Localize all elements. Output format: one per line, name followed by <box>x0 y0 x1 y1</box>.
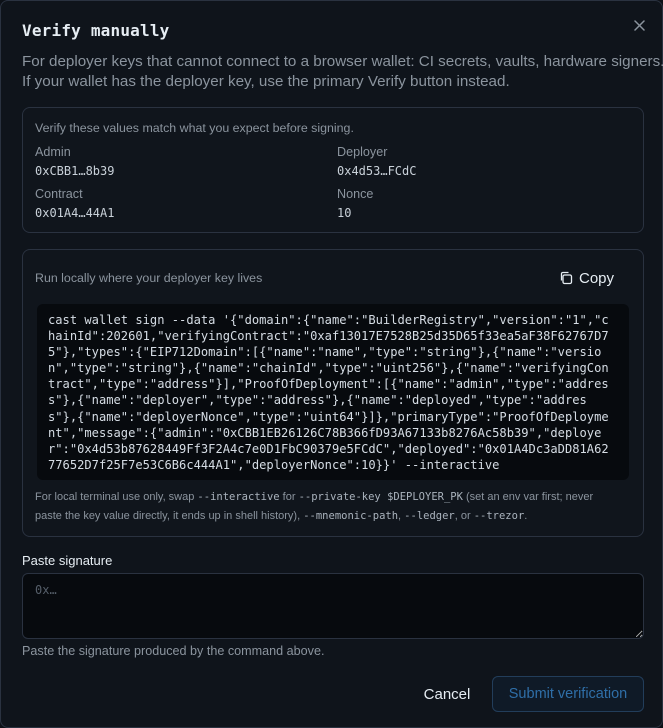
copy-label: Copy <box>579 269 615 287</box>
flag-ledger: --ledger <box>404 509 455 522</box>
deployer-value: 0x4d53…FCdC <box>337 164 417 178</box>
footnote-line: For local terminal use only, swap --inte… <box>35 488 635 507</box>
footnote-text: . <box>524 509 528 522</box>
code-line: cast wallet sign --data '{"domain":{"nam… <box>48 313 609 327</box>
code-line: r":"0x4d53b87628449Ff3F2A4c7e0D1FbC90379… <box>48 441 609 456</box>
cancel-button[interactable]: Cancel <box>417 681 477 707</box>
footnote-text: for <box>279 491 299 503</box>
contract-label: Contract <box>35 187 83 201</box>
command-code-block[interactable]: cast wallet sign --data '{"domain":{"nam… <box>37 304 629 480</box>
flag-trezor: --trezor <box>473 509 525 522</box>
flag-interactive: --interactive <box>197 491 280 503</box>
footnote-text: , or <box>454 509 474 522</box>
footnote-text: For local terminal use only, swap <box>35 491 198 503</box>
signature-input[interactable] <box>22 573 644 639</box>
command-note: Run locally where your deployer key live… <box>35 271 263 285</box>
nonce-label: Nonce <box>337 187 374 201</box>
verify-manually-dialog: Verify manually For deployer keys that c… <box>0 0 663 728</box>
signature-label: Paste signature <box>22 553 113 568</box>
signature-hint: Paste the signature produced by the comm… <box>22 644 325 658</box>
flag-mnemonic-path: --mnemonic-path <box>303 509 399 522</box>
code-line: nt","message":{"admin":"0xCBB1EB26126C78… <box>48 425 602 440</box>
flag-private-key: --private-key $DEPLOYER_PK <box>298 491 463 503</box>
dialog-title: Verify manually <box>22 21 170 40</box>
admin-value: 0xCBB1…8b39 <box>35 164 115 178</box>
copy-icon <box>560 271 573 285</box>
description-line: If your wallet has the deployer key, use… <box>22 73 510 90</box>
code-line: 77652D7f25F7e53C6B6c444A1","deployerNonc… <box>48 457 500 472</box>
code-line: s"},{"name":"deployer","type":"address"}… <box>48 393 587 408</box>
submit-verification-button[interactable]: Submit verification <box>492 676 644 712</box>
description-line: For deployer keys that cannot connect to… <box>22 53 663 70</box>
footnote-line: paste the key value directly, it ends up… <box>35 507 635 526</box>
code-line: hainId":202601,"verifyingContract":"0xaf… <box>48 329 609 344</box>
footnote-text: (set an env var first; never <box>462 491 594 503</box>
admin-label: Admin <box>35 145 71 159</box>
code-line: tract","type":"address"}],"ProofOfDeploy… <box>48 377 609 392</box>
dialog-description: For deployer keys that cannot connect to… <box>22 52 663 92</box>
footnote-text: paste the key value directly, it ends up… <box>35 509 304 522</box>
values-card: Verify these values match what you expec… <box>22 107 644 233</box>
contract-value: 0x01A4…44A1 <box>35 206 115 220</box>
nonce-value: 10 <box>337 206 352 220</box>
close-button[interactable] <box>629 15 649 35</box>
code-line: 5"},"types":{"EIP712Domain":[{"name":"na… <box>48 345 602 360</box>
deployer-label: Deployer <box>337 145 388 159</box>
command-footnote: For local terminal use only, swap --inte… <box>35 488 635 525</box>
command-card: Run locally where your deployer key live… <box>22 249 644 537</box>
values-note: Verify these values match what you expec… <box>35 121 354 135</box>
code-line: s"},{"name":"deployerNonce","type":"uint… <box>48 409 609 424</box>
close-icon <box>633 19 645 31</box>
code-line: n","type":"string"},{"name":"chainId","t… <box>48 361 609 376</box>
copy-button[interactable]: Copy <box>559 266 614 290</box>
